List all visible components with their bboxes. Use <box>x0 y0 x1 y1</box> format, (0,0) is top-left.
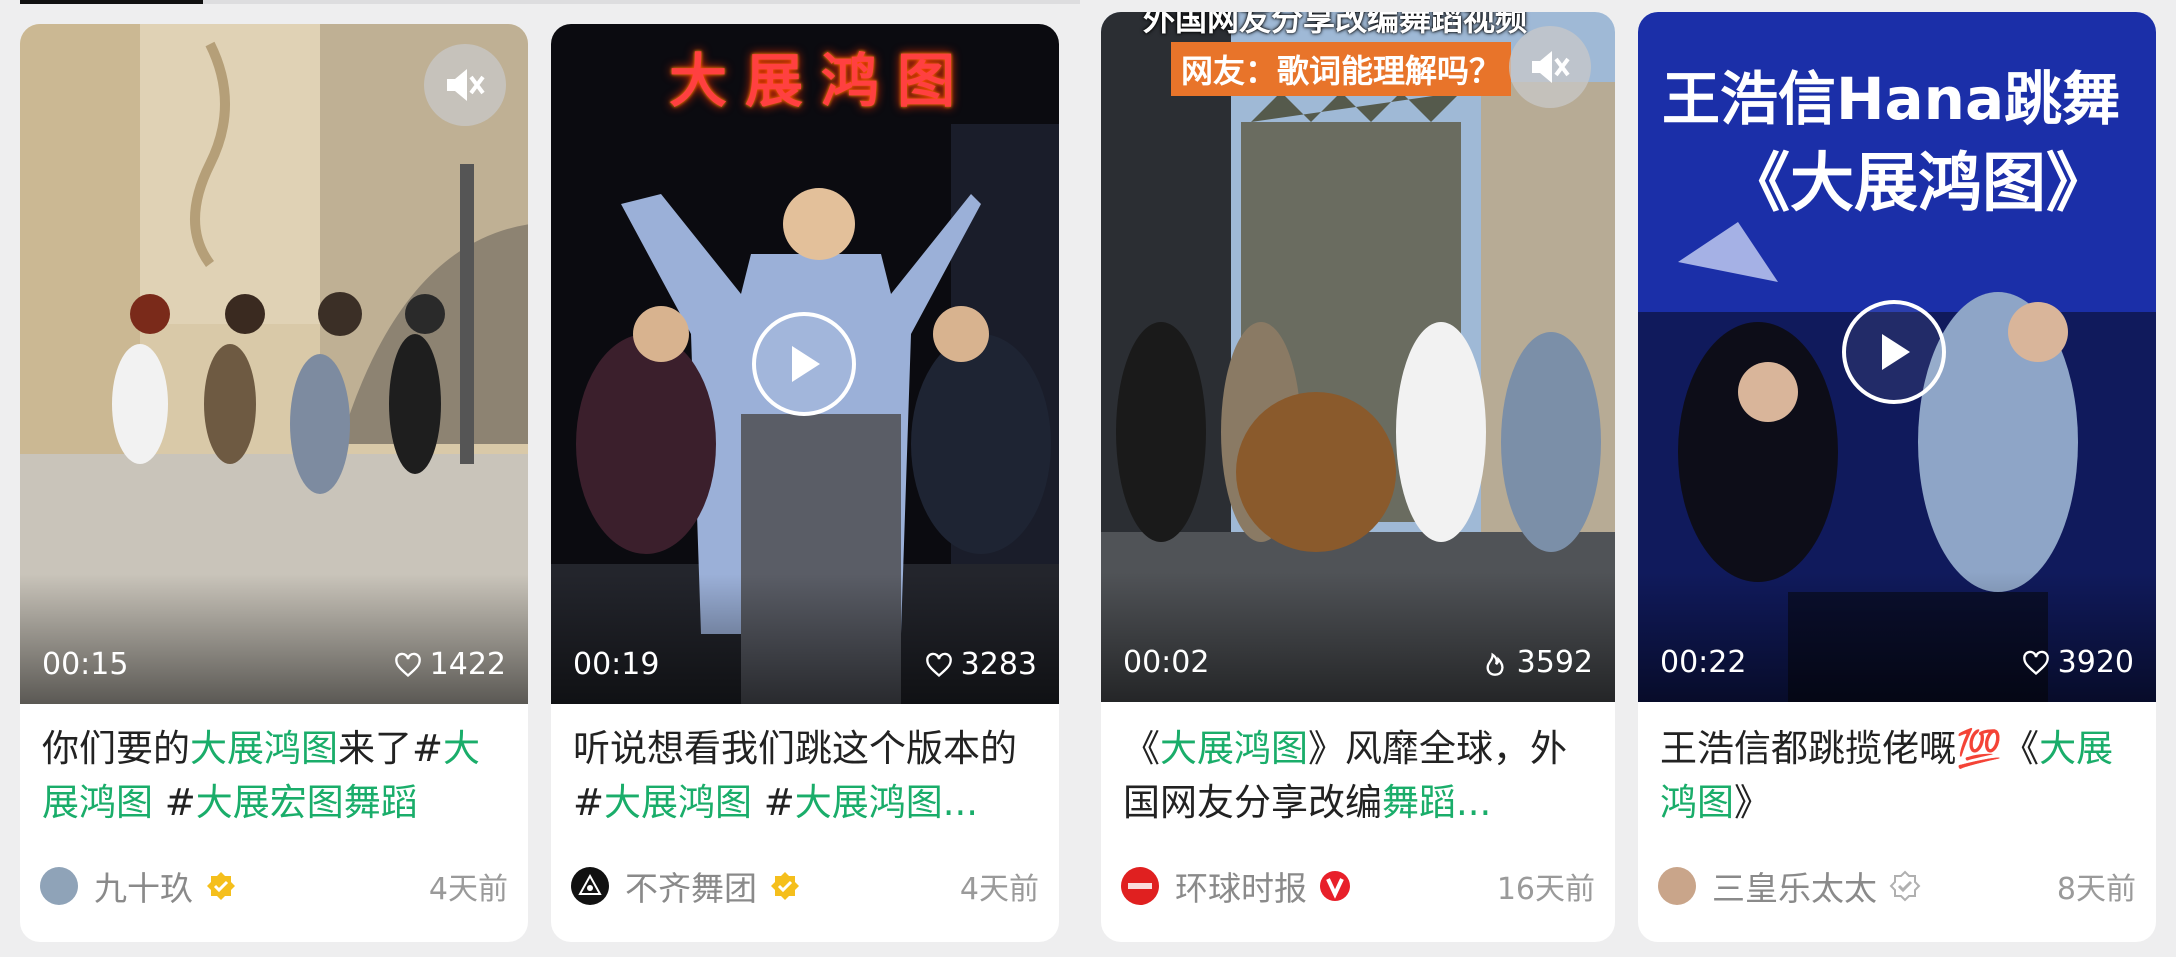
hashtag-link[interactable]: 大展宏图舞蹈 <box>196 781 418 824</box>
like-count-value: 3920 <box>2057 645 2134 680</box>
thumbnail-gradient <box>1101 572 1615 702</box>
author-avatar[interactable] <box>40 867 78 905</box>
troupe-logo-icon <box>578 873 602 895</box>
newspaper-logo-icon <box>1128 883 1152 889</box>
title-text: 王浩信都跳揽佬嘅💯《 <box>1660 727 2040 770</box>
gold-verified-icon <box>771 872 799 900</box>
video-duration: 00:22 <box>1660 645 1747 680</box>
hot-count: 3592 <box>1481 645 1593 680</box>
like-count-value: 1422 <box>429 647 506 682</box>
thumbnail-gradient <box>1638 572 2156 702</box>
video-overlay-title: 大展鸿图 <box>669 47 974 115</box>
video-title[interactable]: 你们要的大展鸿图来了#大展鸿图 #大展宏图舞蹈 <box>42 722 506 830</box>
author-avatar[interactable] <box>571 867 609 905</box>
video-caption-line-1: 外国网友分享改编舞蹈视频 <box>1143 12 1528 38</box>
thumbnail-gradient <box>551 574 1059 704</box>
heart-icon <box>394 652 421 677</box>
hashtag-link[interactable]: 大展鸿图 <box>604 781 752 824</box>
hot-count-value: 3592 <box>1516 645 1593 680</box>
video-duration: 00:02 <box>1123 645 1210 680</box>
title-text: 》 <box>1734 781 1771 824</box>
play-icon <box>1882 334 1910 370</box>
author-name[interactable]: 三皇乐太太 <box>1712 862 1877 910</box>
post-time: 4天前 <box>959 872 1039 907</box>
video-caption-line-2: 《大展鸿图》 <box>1726 147 2110 221</box>
muted-speaker-icon <box>1532 51 1570 83</box>
like-count: 1422 <box>394 647 506 682</box>
hashtag-link[interactable]: 大展鸿图 <box>190 727 338 770</box>
video-title[interactable]: 王浩信都跳揽佬嘅💯《大展鸿图》 <box>1660 722 2134 830</box>
post-time: 8天前 <box>2056 872 2136 907</box>
thumbnail-gradient <box>20 574 528 704</box>
author-row[interactable]: 环球时报 16天前 <box>1121 862 1595 910</box>
hashtag-link[interactable]: 舞蹈... <box>1382 781 1491 824</box>
video-thumbnail[interactable]: 外国网友分享改编舞蹈视频 网友：歌词能理解吗？ 00:02 3592 <box>1101 12 1615 702</box>
heart-icon <box>925 652 952 677</box>
video-caption-line-2: 网友：歌词能理解吗？ <box>1171 42 1512 96</box>
title-text: 《 <box>1123 727 1160 770</box>
video-card-4[interactable]: 王浩信Hana跳舞 《大展鸿图》 00:22 3920 王浩信都跳揽佬嘅💯《大展… <box>1638 12 2156 942</box>
tab-track <box>203 0 1080 4</box>
hashtag-link[interactable]: 大展鸿图 <box>1160 727 1308 770</box>
title-text: # <box>153 781 196 824</box>
mute-button[interactable] <box>424 44 506 126</box>
video-card-2[interactable]: 大展鸿图 00:19 3283 听说想看我们跳这个版本的 #大展鸿图 #大展鸿图… <box>551 24 1059 942</box>
video-thumbnail[interactable]: 大展鸿图 00:19 3283 <box>551 24 1059 704</box>
author-row[interactable]: 不齐舞团 4天前 <box>571 862 1039 910</box>
like-count: 3920 <box>2022 645 2134 680</box>
author-avatar[interactable] <box>1658 867 1696 905</box>
title-text: 来了# <box>338 727 444 770</box>
play-icon <box>792 346 820 382</box>
active-tab-indicator <box>20 0 203 4</box>
play-button[interactable] <box>752 312 856 416</box>
video-duration: 00:15 <box>42 647 129 682</box>
hashtag-link[interactable]: 大展鸿图... <box>795 781 978 824</box>
title-text: 你们要的 <box>42 727 190 770</box>
gold-verified-icon <box>207 872 235 900</box>
video-card-1[interactable]: 00:15 1422 你们要的大展鸿图来了#大展鸿图 #大展宏图舞蹈 九十玖 4… <box>20 24 528 942</box>
mute-button[interactable] <box>1509 26 1591 108</box>
red-v-icon <box>1320 871 1350 901</box>
video-duration: 00:19 <box>573 647 660 682</box>
heart-icon <box>2022 650 2049 675</box>
video-thumbnail[interactable]: 00:15 1422 <box>20 24 528 704</box>
post-time: 16天前 <box>1496 872 1595 907</box>
like-count-value: 3283 <box>960 647 1037 682</box>
video-caption-line-1: 王浩信Hana跳舞 <box>1662 65 2121 133</box>
video-title[interactable]: 听说想看我们跳这个版本的 #大展鸿图 #大展鸿图... <box>573 722 1037 830</box>
author-name[interactable]: 九十玖 <box>94 862 193 910</box>
author-row[interactable]: 九十玖 4天前 <box>40 862 508 910</box>
like-count: 3283 <box>925 647 1037 682</box>
flame-icon <box>1486 652 1504 676</box>
video-card-3[interactable]: 外国网友分享改编舞蹈视频 网友：歌词能理解吗？ 00:02 3592 《大展鸿图… <box>1101 12 1615 942</box>
post-time: 4天前 <box>428 872 508 907</box>
author-name[interactable]: 环球时报 <box>1175 862 1307 910</box>
title-text: # <box>752 781 795 824</box>
video-title[interactable]: 《大展鸿图》风靡全球，外国网友分享改编舞蹈... <box>1123 722 1593 830</box>
muted-speaker-icon <box>447 69 485 101</box>
author-avatar[interactable] <box>1121 867 1159 905</box>
author-row[interactable]: 三皇乐太太 8天前 <box>1658 862 2136 910</box>
grey-verified-icon <box>1889 870 1921 902</box>
video-thumbnail[interactable]: 王浩信Hana跳舞 《大展鸿图》 00:22 3920 <box>1638 12 2156 702</box>
play-button[interactable] <box>1842 300 1946 404</box>
author-name[interactable]: 不齐舞团 <box>625 862 757 910</box>
